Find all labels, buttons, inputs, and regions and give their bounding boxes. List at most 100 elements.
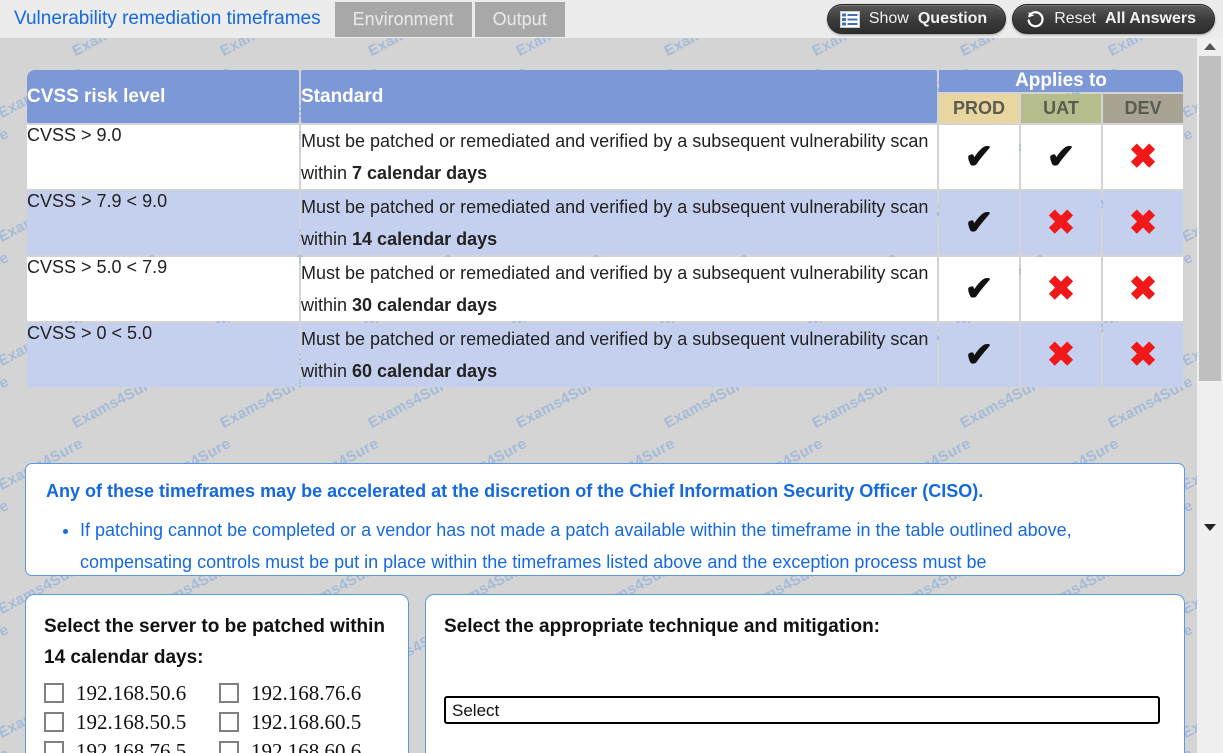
table-row: CVSS > 7.9 < 9.0Must be patched or remed… xyxy=(27,191,1183,255)
standard-timeframe: 30 calendar days xyxy=(352,295,497,315)
table-body: CVSS > 9.0Must be patched or remediated … xyxy=(27,125,1183,387)
show-question-label-bold: Question xyxy=(918,10,987,28)
tab-vulnerability-remediation-timeframes[interactable]: Vulnerability remediation timeframes xyxy=(0,0,335,38)
col-header-uat: UAT xyxy=(1021,94,1101,123)
cross-icon: ✖ xyxy=(1129,338,1158,372)
cross-icon: ✖ xyxy=(1047,206,1076,240)
server-ip-label: 192.168.50.5 xyxy=(76,711,186,733)
cell-applies-dev: ✖ xyxy=(1103,191,1183,255)
server-ip-label: 192.168.76.5 xyxy=(76,740,186,753)
server-checkbox-item[interactable]: 192.168.50.6 xyxy=(44,682,219,704)
scroll-up-button[interactable] xyxy=(1197,38,1223,55)
technique-panel-title: Select the appropriate technique and mit… xyxy=(444,611,1166,642)
show-question-button[interactable]: Show Question xyxy=(827,4,1006,34)
ciso-note-callout: Any of these timeframes may be accelerat… xyxy=(25,463,1185,576)
cell-applies-uat: ✖ xyxy=(1021,191,1101,255)
cell-applies-dev: ✖ xyxy=(1103,125,1183,189)
callout-title: Any of these timeframes may be accelerat… xyxy=(46,478,1164,504)
server-checkbox-item[interactable]: 192.168.76.5 xyxy=(44,740,219,753)
list-icon xyxy=(840,11,860,28)
check-icon: ✔ xyxy=(1047,140,1076,174)
scrollbar-thumb[interactable] xyxy=(1199,56,1221,381)
standard-timeframe: 14 calendar days xyxy=(352,229,497,249)
server-ip-label: 192.168.60.5 xyxy=(251,711,361,733)
cell-applies-dev: ✖ xyxy=(1103,257,1183,321)
remediation-timeframes-table: CVSS risk level Standard Applies to PROD… xyxy=(25,68,1185,389)
scroll-down-button[interactable] xyxy=(1197,519,1223,536)
cell-applies-prod: ✔ xyxy=(939,257,1019,321)
server-panel-title: Select the server to be patched within 1… xyxy=(44,611,390,673)
reset-all-answers-button[interactable]: Reset All Answers xyxy=(1012,4,1215,34)
cross-icon: ✖ xyxy=(1129,140,1158,174)
server-ip-label: 192.168.76.6 xyxy=(251,682,361,704)
tab-output[interactable]: Output xyxy=(475,2,565,37)
server-ip-label: 192.168.60.6 xyxy=(251,740,361,753)
standard-timeframe: 60 calendar days xyxy=(352,361,497,381)
reset-all-label-light: Reset xyxy=(1054,10,1096,28)
check-icon: ✔ xyxy=(965,206,994,240)
cell-standard: Must be patched or remediated and verifi… xyxy=(301,125,937,189)
checkbox-icon[interactable] xyxy=(44,712,64,732)
checkbox-icon[interactable] xyxy=(44,741,64,753)
callout-bullet: If patching cannot be completed or a ven… xyxy=(80,514,1164,576)
cell-applies-uat: ✖ xyxy=(1021,257,1101,321)
cell-applies-prod: ✔ xyxy=(939,191,1019,255)
check-icon: ✔ xyxy=(965,338,994,372)
table-header-row-top: CVSS risk level Standard Applies to xyxy=(27,70,1183,92)
technique-selection-panel: Select the appropriate technique and mit… xyxy=(425,594,1185,753)
checkbox-icon[interactable] xyxy=(219,712,239,732)
cell-applies-dev: ✖ xyxy=(1103,323,1183,387)
server-selection-panel: Select the server to be patched within 1… xyxy=(25,594,409,753)
technique-select-wrapper: Select ∨ xyxy=(444,696,1160,724)
cell-standard: Must be patched or remediated and verifi… xyxy=(301,257,937,321)
server-checkbox-item[interactable]: 192.168.60.6 xyxy=(219,740,394,753)
cell-risk-level: CVSS > 5.0 < 7.9 xyxy=(27,257,299,321)
cell-applies-prod: ✔ xyxy=(939,125,1019,189)
table-row: CVSS > 9.0Must be patched or remediated … xyxy=(27,125,1183,189)
checkbox-icon[interactable] xyxy=(219,683,239,703)
technique-select[interactable]: Select xyxy=(444,696,1160,724)
table-row: CVSS > 5.0 < 7.9Must be patched or remed… xyxy=(27,257,1183,321)
show-question-label-light: Show xyxy=(869,10,909,28)
cross-icon: ✖ xyxy=(1047,338,1076,372)
server-checkbox-grid: 192.168.50.6 192.168.76.6 192.168.50.5 192.… xyxy=(44,682,390,753)
vertical-scrollbar[interactable] xyxy=(1197,38,1223,753)
callout-bullet-list: If patching cannot be completed or a ven… xyxy=(46,514,1164,576)
table-head: CVSS risk level Standard Applies to PROD… xyxy=(27,70,1183,123)
col-header-applies-to: Applies to xyxy=(939,70,1183,92)
server-checkbox-item[interactable]: 192.168.76.6 xyxy=(219,682,394,704)
server-checkbox-item[interactable]: 192.168.50.5 xyxy=(44,711,219,733)
col-header-dev: DEV xyxy=(1103,94,1183,123)
server-ip-label: 192.168.50.6 xyxy=(76,682,186,704)
cell-risk-level: CVSS > 9.0 xyxy=(27,125,299,189)
standard-timeframe: 7 calendar days xyxy=(352,163,487,183)
top-toolbar: Vulnerability remediation timeframes Env… xyxy=(0,0,1223,38)
question-content-area: CVSS risk level Standard Applies to PROD… xyxy=(0,38,1197,753)
cell-applies-uat: ✔ xyxy=(1021,125,1101,189)
triangle-up-icon xyxy=(1204,43,1216,50)
triangle-down-icon xyxy=(1204,524,1216,531)
check-icon: ✔ xyxy=(965,272,994,306)
cell-risk-level: CVSS > 7.9 < 9.0 xyxy=(27,191,299,255)
tab-strip: Vulnerability remediation timeframes Env… xyxy=(0,0,568,38)
reset-all-label-bold: All Answers xyxy=(1105,10,1196,28)
tab-environment[interactable]: Environment xyxy=(335,2,472,37)
cross-icon: ✖ xyxy=(1047,272,1076,306)
cell-risk-level: CVSS > 0 < 5.0 xyxy=(27,323,299,387)
col-header-standard: Standard xyxy=(301,70,937,123)
col-header-cvss-risk-level: CVSS risk level xyxy=(27,70,299,123)
checkbox-icon[interactable] xyxy=(44,683,64,703)
toolbar-actions: Show Question Reset All Answers xyxy=(827,0,1215,38)
table-row: CVSS > 0 < 5.0Must be patched or remedia… xyxy=(27,323,1183,387)
server-checkbox-item[interactable]: 192.168.60.5 xyxy=(219,711,394,733)
cross-icon: ✖ xyxy=(1129,206,1158,240)
cell-applies-prod: ✔ xyxy=(939,323,1019,387)
cell-standard: Must be patched or remediated and verifi… xyxy=(301,191,937,255)
cell-applies-uat: ✖ xyxy=(1021,323,1101,387)
cross-icon: ✖ xyxy=(1129,272,1158,306)
checkbox-icon[interactable] xyxy=(219,741,239,753)
cell-standard: Must be patched or remediated and verifi… xyxy=(301,323,937,387)
history-undo-icon xyxy=(1025,9,1045,29)
check-icon: ✔ xyxy=(965,140,994,174)
col-header-prod: PROD xyxy=(939,94,1019,123)
